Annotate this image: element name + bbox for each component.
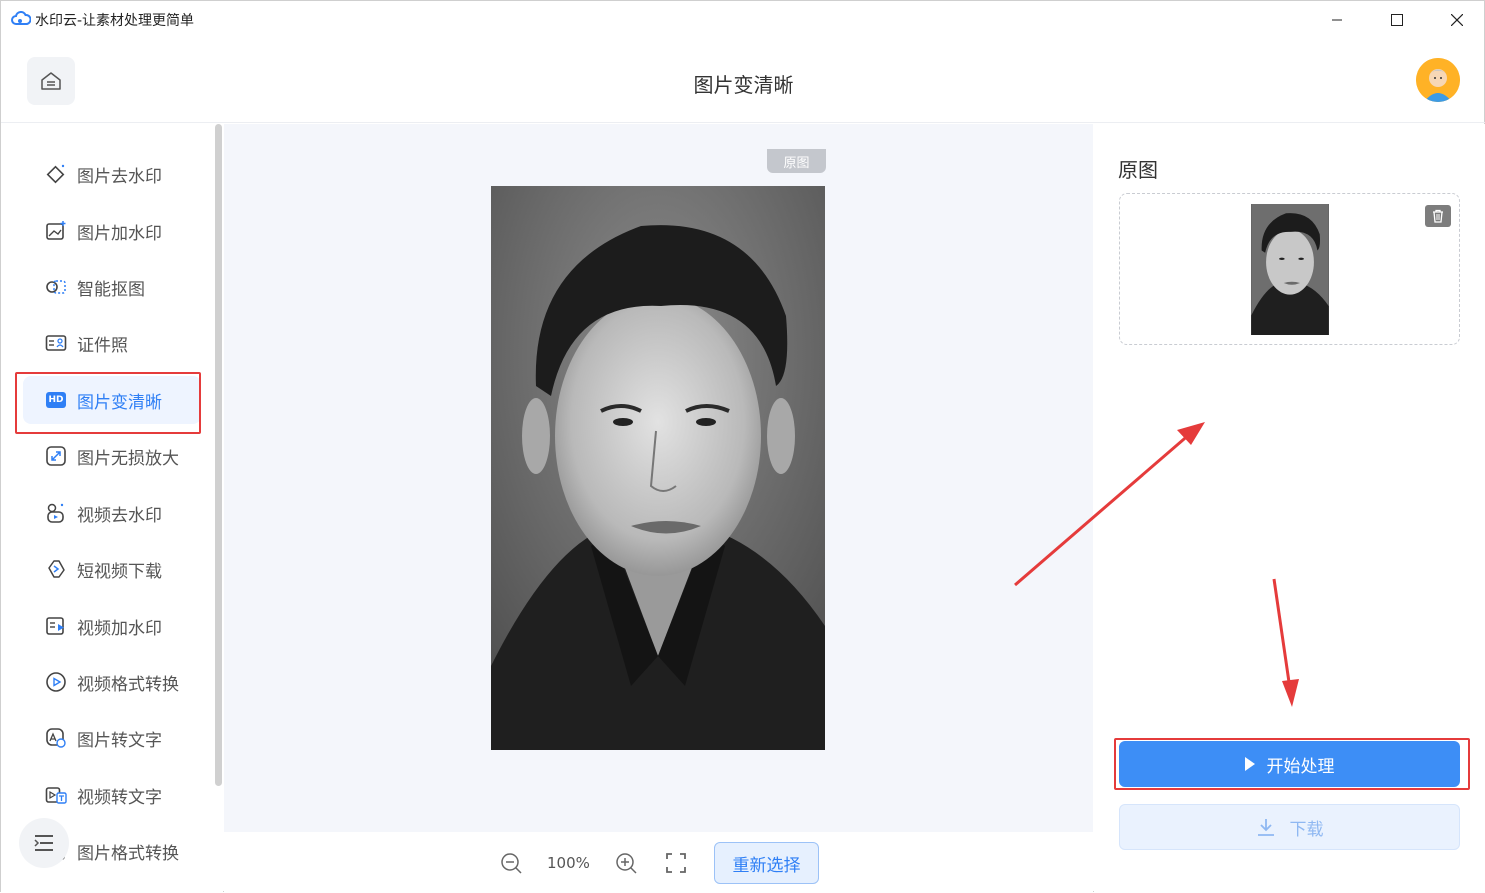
bottom-toolbar: 100% 重新选择 xyxy=(224,832,1093,892)
enlarge-icon xyxy=(45,445,67,467)
maximize-icon xyxy=(1391,14,1403,26)
panel-title: 原图 xyxy=(1118,158,1158,182)
image-text-icon xyxy=(45,727,67,749)
sidebar-item-smart-cutout[interactable]: 智能抠图 xyxy=(23,263,201,311)
zoom-in-icon xyxy=(616,853,637,874)
image-add-icon xyxy=(45,220,67,242)
id-card-icon xyxy=(45,332,67,354)
sidebar-scrollbar[interactable] xyxy=(215,124,222,786)
video-add-icon xyxy=(45,615,67,637)
menu-toggle-button[interactable] xyxy=(19,818,69,868)
sidebar-item-video-watermark-add[interactable]: 视频加水印 xyxy=(23,602,201,650)
play-circle-icon xyxy=(45,671,67,693)
link-download-icon xyxy=(45,558,67,580)
zoom-level: 100% xyxy=(547,854,590,872)
fit-screen-button[interactable] xyxy=(664,851,688,875)
video-text-icon xyxy=(45,784,67,806)
sidebar-item-short-video-download[interactable]: 短视频下载 xyxy=(23,545,201,593)
reselect-button[interactable]: 重新选择 xyxy=(714,842,819,884)
sidebar-item-video-format-convert[interactable]: 视频格式转换 xyxy=(23,658,201,706)
avatar[interactable] xyxy=(1416,58,1460,102)
user-avatar-icon xyxy=(1416,58,1460,102)
page-header: 图片变清晰 xyxy=(1,39,1485,123)
sidebar-item-image-watermark-remove[interactable]: 图片去水印 xyxy=(23,150,201,198)
delete-image-button[interactable] xyxy=(1425,205,1451,227)
sidebar-item-image-to-text[interactable]: 图片转文字 xyxy=(23,714,201,762)
close-button[interactable] xyxy=(1427,1,1485,39)
sidebar: 图片去水印 图片加水印 智能抠图 证件照 HD 图片变清晰 图片无损放大 视频去… xyxy=(1,124,223,892)
maximize-button[interactable] xyxy=(1367,1,1427,39)
page-title: 图片变清晰 xyxy=(693,73,794,97)
cloud-logo-icon xyxy=(11,11,31,25)
app-window: 水印云-让素材处理更简单 图片变清晰 图片去水印 图片加水印 智能抠图 证件照 … xyxy=(0,0,1485,892)
download-icon xyxy=(1257,819,1274,836)
download-button[interactable]: 下载 xyxy=(1119,804,1460,850)
window-title: 水印云-让素材处理更简单 xyxy=(35,13,195,29)
highlight-box-sidebar xyxy=(15,372,201,434)
source-thumbnail xyxy=(1251,204,1329,335)
sidebar-item-video-to-text[interactable]: 视频转文字 xyxy=(23,771,201,819)
menu-collapse-icon xyxy=(34,835,53,851)
minimize-button[interactable] xyxy=(1307,1,1367,39)
eraser-icon xyxy=(45,163,67,185)
preview-image xyxy=(491,186,825,750)
cutout-icon xyxy=(45,276,67,298)
source-image-box[interactable] xyxy=(1119,193,1460,345)
zoom-out-icon xyxy=(501,853,522,874)
minimize-icon xyxy=(1332,19,1342,21)
zoom-out-button[interactable] xyxy=(499,851,523,875)
fullscreen-icon xyxy=(666,853,686,873)
video-eraser-icon xyxy=(45,502,67,524)
portrait-thumbnail-icon xyxy=(1251,204,1329,335)
sidebar-item-image-upscale[interactable]: 图片无损放大 xyxy=(23,432,201,480)
highlight-box-start xyxy=(1114,738,1470,790)
preview-canvas: 原图 xyxy=(224,124,1093,832)
sidebar-item-video-watermark-remove[interactable]: 视频去水印 xyxy=(23,489,201,537)
original-tag: 原图 xyxy=(767,149,826,173)
trash-icon xyxy=(1433,209,1443,223)
zoom-in-button[interactable] xyxy=(614,851,638,875)
close-icon xyxy=(1451,14,1463,26)
portrait-photo-icon xyxy=(491,186,825,750)
title-bar: 水印云-让素材处理更简单 xyxy=(1,1,1485,39)
sidebar-item-id-photo[interactable]: 证件照 xyxy=(23,319,201,367)
sidebar-item-image-watermark-add[interactable]: 图片加水印 xyxy=(23,207,201,255)
